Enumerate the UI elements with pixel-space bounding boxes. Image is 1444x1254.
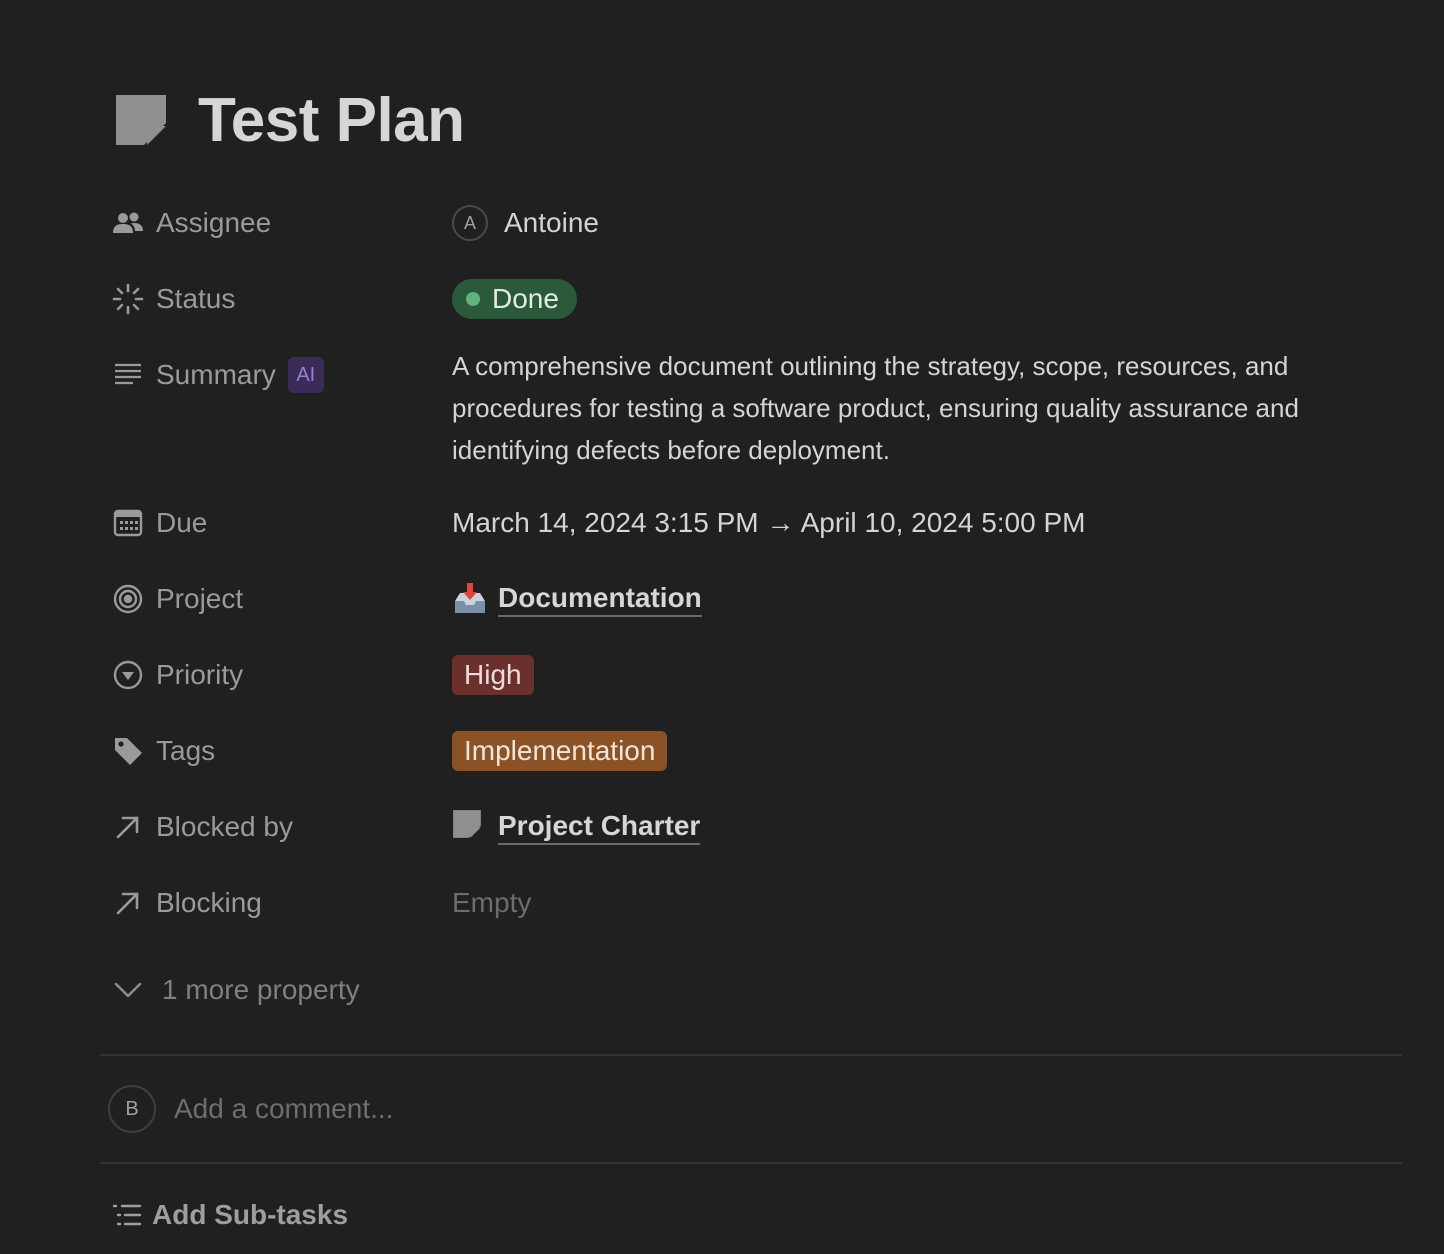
- chevron-circle-icon: [112, 659, 144, 691]
- people-icon: [112, 207, 144, 239]
- tag-badge[interactable]: Implementation: [452, 731, 668, 771]
- properties-list: Assignee A Antoine Status Done Summary A…: [112, 185, 1402, 941]
- property-label-project[interactable]: Project: [112, 561, 452, 637]
- assignee-value[interactable]: A Antoine: [452, 185, 1402, 261]
- tags-value[interactable]: Implementation: [452, 713, 1402, 789]
- page-icon[interactable]: [114, 93, 168, 147]
- summary-value[interactable]: A comprehensive document outlining the s…: [452, 337, 1402, 485]
- property-label-text: Priority: [156, 659, 244, 690]
- property-label-text: Summary: [156, 359, 276, 390]
- blocked-by-link[interactable]: Project Charter: [452, 809, 701, 845]
- property-summary: Summary AI A comprehensive document outl…: [112, 337, 1402, 485]
- arrow-up-right-icon: [112, 887, 144, 919]
- property-blocked-by: Blocked by Project Charter: [112, 789, 1402, 865]
- page-title[interactable]: Test Plan: [198, 85, 465, 156]
- blocking-value[interactable]: Empty: [452, 865, 1402, 941]
- target-icon: [112, 583, 144, 615]
- property-label-summary[interactable]: Summary AI: [112, 337, 452, 413]
- property-label-due[interactable]: Due: [112, 485, 452, 561]
- property-label-priority[interactable]: Priority: [112, 637, 452, 713]
- avatar: B: [108, 1085, 156, 1133]
- status-badge[interactable]: Done: [452, 279, 577, 319]
- property-label-text: Project: [156, 583, 244, 614]
- property-label-text: Blocked by: [156, 811, 293, 842]
- status-text: Done: [492, 283, 559, 314]
- property-label-text: Assignee: [156, 207, 272, 238]
- status-spinner-icon: [112, 283, 144, 315]
- calendar-icon: [112, 507, 144, 539]
- status-dot: [466, 292, 480, 306]
- property-priority: Priority High: [112, 637, 1402, 713]
- property-label-tags[interactable]: Tags: [112, 713, 452, 789]
- list-icon: [112, 1200, 142, 1230]
- property-assignee: Assignee A Antoine: [112, 185, 1402, 261]
- add-subtasks-button[interactable]: Add Sub-tasks: [112, 1192, 348, 1238]
- tag-icon: [112, 735, 144, 767]
- add-subtasks-label: Add Sub-tasks: [152, 1199, 349, 1230]
- chevron-down-icon: [112, 974, 144, 1006]
- comment-row: B: [108, 1084, 776, 1134]
- project-link[interactable]: Documentation: [452, 581, 702, 617]
- property-due: Due March 14, 2024 3:15 PM → April 10, 2…: [112, 485, 1402, 561]
- property-label-blocked-by[interactable]: Blocked by: [112, 789, 452, 865]
- status-value[interactable]: Done: [452, 261, 1402, 337]
- priority-badge[interactable]: High: [452, 655, 534, 695]
- title-row: Test Plan: [114, 80, 465, 160]
- property-project: Project Documentation: [112, 561, 1402, 637]
- avatar: A: [452, 205, 488, 241]
- due-value[interactable]: March 14, 2024 3:15 PM → April 10, 2024 …: [452, 485, 1402, 561]
- property-label-assignee[interactable]: Assignee: [112, 185, 452, 261]
- blocked-by-link-text: Project Charter: [498, 810, 701, 845]
- property-label-text: Blocking: [156, 887, 262, 918]
- property-label-status[interactable]: Status: [112, 261, 452, 337]
- comment-input[interactable]: [172, 1092, 776, 1126]
- property-label-blocking[interactable]: Blocking: [112, 865, 452, 941]
- project-value[interactable]: Documentation: [452, 561, 1402, 637]
- property-label-text: Tags: [156, 735, 216, 766]
- more-properties-label: 1 more property: [162, 974, 360, 1005]
- ai-badge: AI: [287, 357, 324, 393]
- assignee-name: Antoine: [504, 207, 599, 238]
- text-lines-icon: [112, 359, 144, 391]
- inbox-tray-icon: [452, 581, 488, 617]
- property-tags: Tags Implementation: [112, 713, 1402, 789]
- priority-value[interactable]: High: [452, 637, 1402, 713]
- property-label-text: Due: [156, 507, 208, 538]
- blocked-by-value[interactable]: Project Charter: [452, 789, 1402, 865]
- divider: [100, 1162, 1402, 1164]
- page-icon: [452, 809, 488, 845]
- more-properties-toggle[interactable]: 1 more property: [112, 952, 360, 1028]
- property-status: Status Done: [112, 261, 1402, 337]
- project-link-text: Documentation: [498, 582, 702, 617]
- arrow-up-right-icon: [112, 811, 144, 843]
- task-page: Test Plan Assignee A Antoine Status Done…: [0, 0, 1444, 1254]
- property-label-text: Status: [156, 283, 236, 314]
- divider: [100, 1054, 1402, 1056]
- property-blocking: Blocking Empty: [112, 865, 1402, 941]
